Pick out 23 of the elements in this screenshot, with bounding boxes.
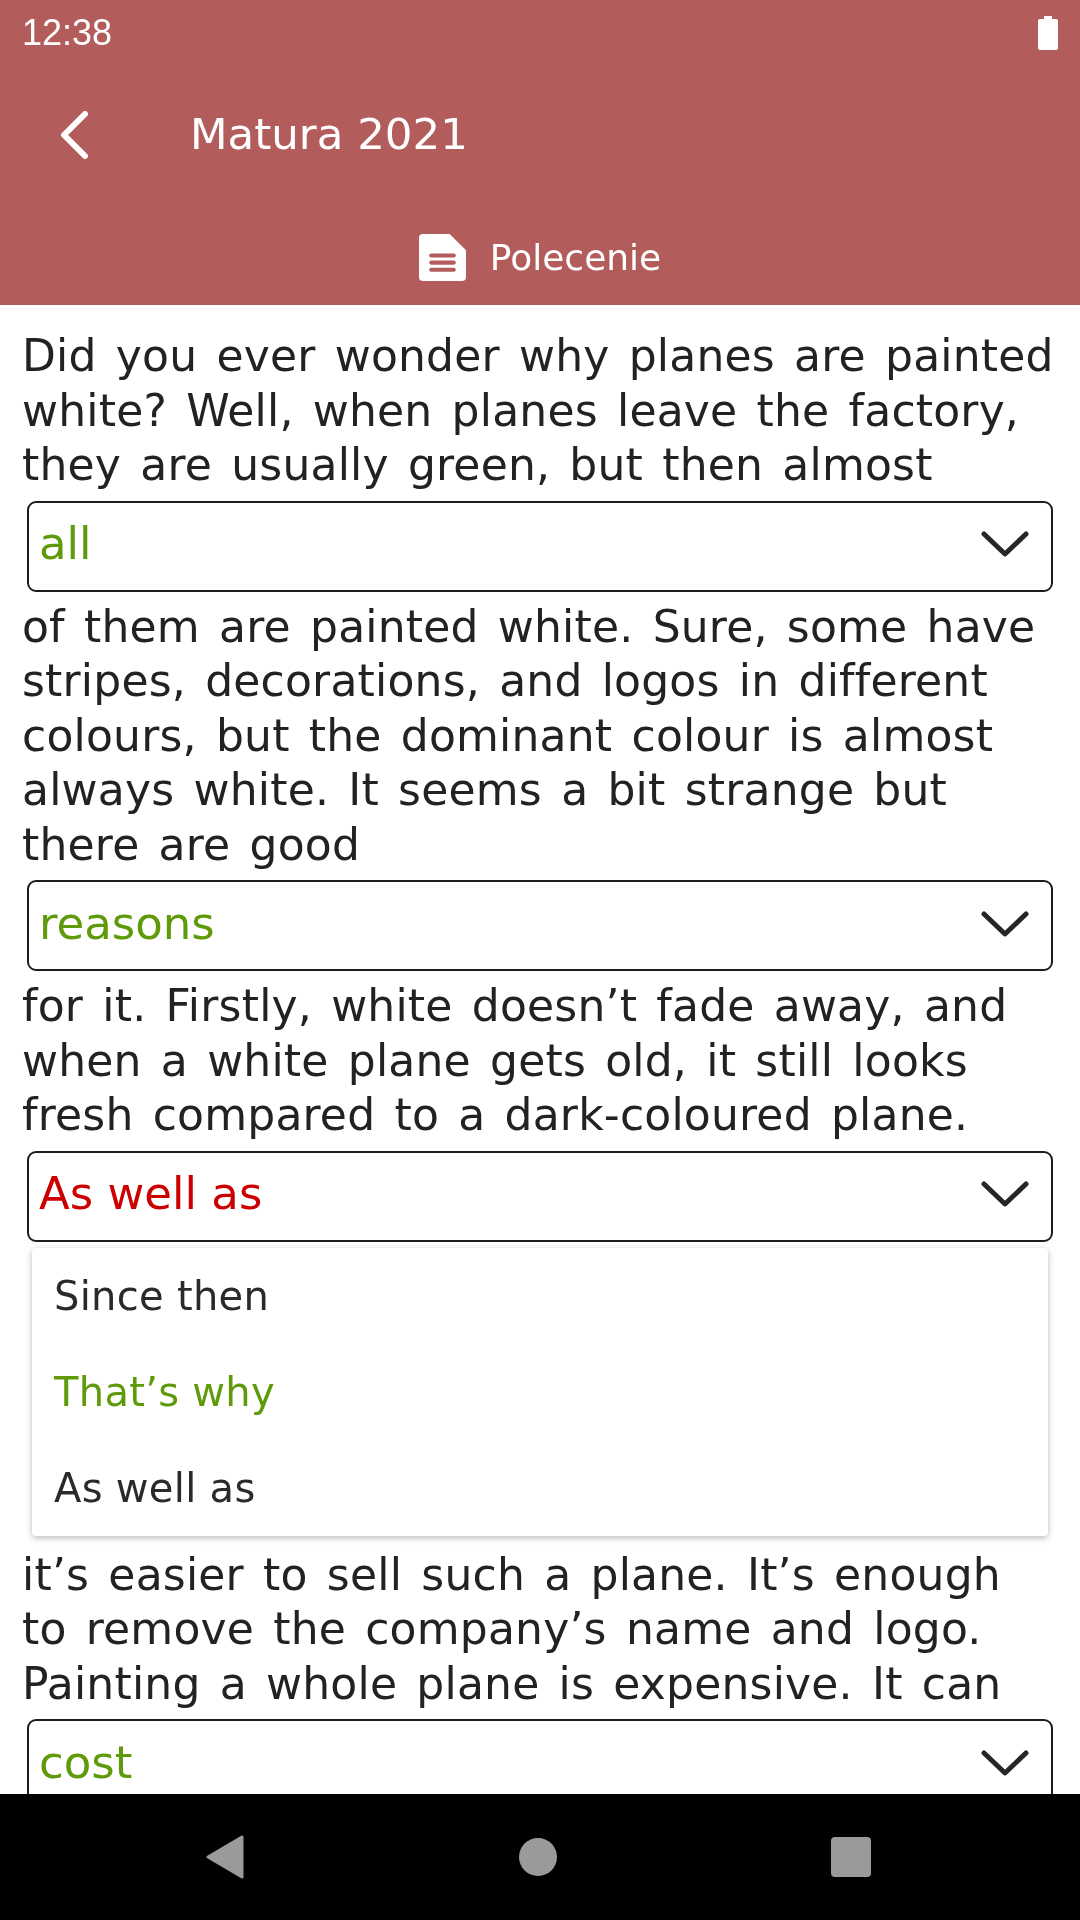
passage-text: it’s easier to sell such a plane. It’s enough to remove the company’s name and logo. Painting a whole plane is expensive. It can [22,1547,1003,1711]
answer-dropdown[interactable]: cost [27,1719,1053,1794]
dropdown-option[interactable]: That’s why [32,1343,1048,1440]
document-icon [418,234,466,281]
back-icon [59,111,89,159]
home-circle-icon[interactable] [518,1838,557,1876]
answer-dropdown[interactable]: all [27,500,1053,592]
chevron-down-icon [981,531,1029,557]
chevron-down-icon [981,910,1029,937]
instruction-tab[interactable]: Polecenie [418,230,662,285]
screen-title: Matura 2021 [190,108,468,162]
passage-text: of them are painted white. Sure, some have stripes, decorations, and logos in different colours, but the dominant colour is almost always white. It seems a bit strange but there are good [22,599,1037,872]
battery-icon [1038,16,1058,50]
dropdown-option[interactable]: As well as [32,1439,1048,1536]
chevron-down-icon [981,1181,1029,1207]
back-triangle-icon[interactable] [206,1835,244,1879]
answer-dropdown[interactable]: reasons [27,880,1053,971]
chevron-down-icon [981,1749,1029,1776]
answer-dropdown[interactable]: As well as [27,1150,1053,1242]
passage-text: for it. Firstly, white doesn’t fade away, and when a white plane gets old, it still looks fresh compared to a dark-coloured plane. [22,979,1009,1142]
passage-text: Did you ever wonder why planes are painted white? Well, when planes leave the factory, they are usually green, but then almost [22,329,1055,492]
dropdown-option[interactable]: Since then [32,1247,1048,1344]
status-time: 12:38 [22,11,113,55]
